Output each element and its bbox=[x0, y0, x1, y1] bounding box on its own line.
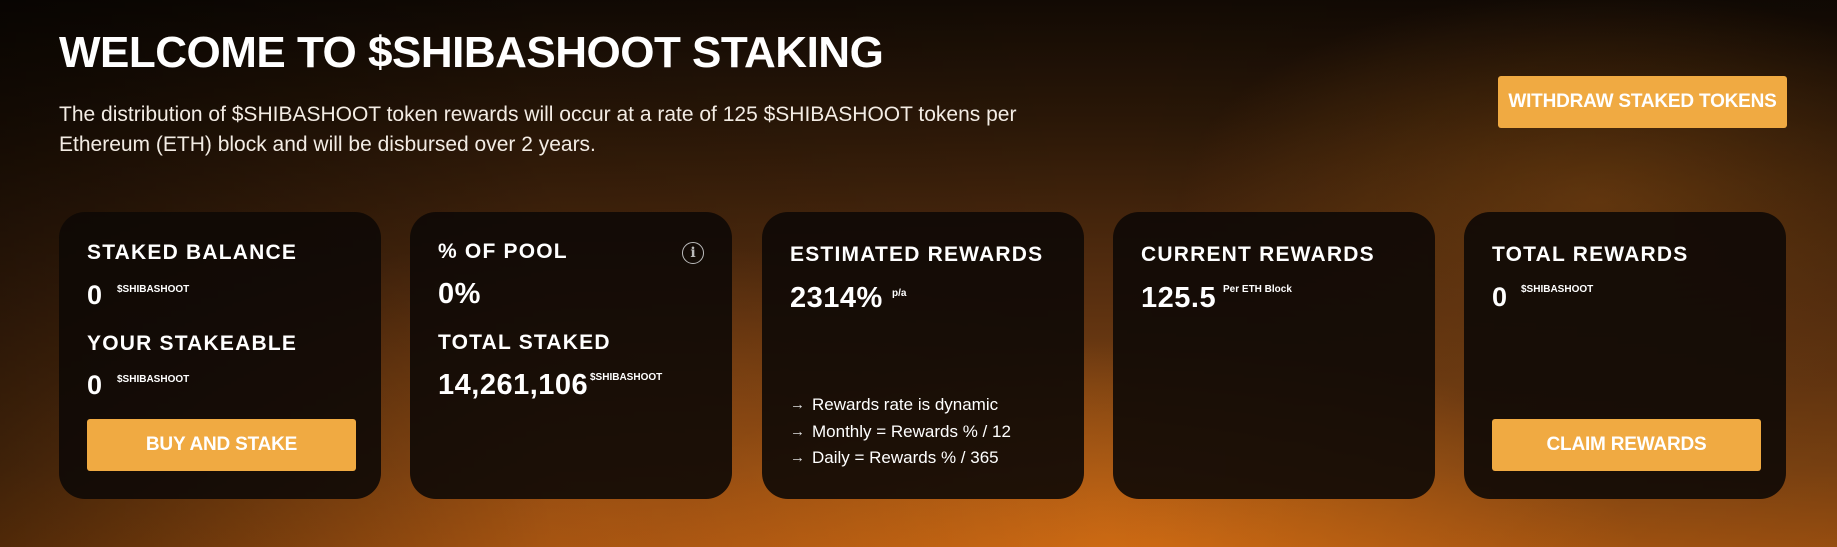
rewards-notes-list: → Rewards rate is dynamic → Monthly = Rewa… bbox=[790, 392, 1011, 472]
total-rewards-label: TOTAL REWARDS bbox=[1492, 243, 1689, 266]
estimated-rewards-unit: p/a bbox=[892, 288, 907, 299]
estimated-rewards-card: ESTIMATED REWARDS 2314% p/a → Rewards rat… bbox=[762, 212, 1084, 499]
current-rewards-value: 125.5 bbox=[1141, 282, 1217, 314]
staked-balance-value: 0 bbox=[87, 280, 103, 310]
info-icon[interactable]: i bbox=[682, 242, 704, 264]
estimated-rewards-value: 2314% bbox=[790, 282, 883, 314]
buy-and-stake-button[interactable]: BUY AND STAKE bbox=[87, 419, 356, 471]
pool-percent-label: % OF POOL bbox=[438, 240, 568, 263]
current-rewards-card: CURRENT REWARDS 125.5 Per ETH Block bbox=[1113, 212, 1435, 499]
list-item: → Monthly = Rewards % / 12 bbox=[790, 419, 1011, 446]
estimated-rewards-label: ESTIMATED REWARDS bbox=[790, 243, 1044, 266]
total-staked-unit: $SHIBASHOOT bbox=[590, 372, 663, 383]
staked-balance-card: STAKED BALANCE 0 $SHIBASHOOT YOUR STAKEA… bbox=[59, 212, 381, 499]
total-staked-value: 14,261,106 bbox=[438, 369, 589, 401]
page-title: WELCOME TO $SHIBASHOOT STAKING bbox=[59, 28, 884, 77]
arrow-right-icon: → bbox=[790, 396, 805, 413]
staked-balance-label: STAKED BALANCE bbox=[87, 241, 298, 264]
arrow-right-icon: → bbox=[790, 449, 805, 466]
current-rewards-unit: Per ETH Block bbox=[1223, 284, 1292, 295]
total-rewards-value: 0 bbox=[1492, 282, 1508, 312]
rewards-note: Rewards rate is dynamic bbox=[812, 395, 999, 414]
your-stakeable-value: 0 bbox=[87, 370, 103, 400]
claim-rewards-button[interactable]: CLAIM REWARDS bbox=[1492, 419, 1761, 471]
total-rewards-unit: $SHIBASHOOT bbox=[1521, 284, 1594, 295]
staking-description: The distribution of $SHIBASHOOT token re… bbox=[59, 103, 1017, 156]
current-rewards-label: CURRENT REWARDS bbox=[1141, 243, 1375, 266]
withdraw-staked-tokens-button[interactable]: WITHDRAW STAKED TOKENS bbox=[1498, 76, 1787, 128]
your-stakeable-label: YOUR STAKEABLE bbox=[87, 332, 298, 355]
list-item: → Rewards rate is dynamic bbox=[790, 392, 1011, 419]
list-item: → Daily = Rewards % / 365 bbox=[790, 445, 1011, 472]
rewards-note: Monthly = Rewards % / 12 bbox=[812, 421, 1011, 441]
arrow-right-icon: → bbox=[790, 422, 805, 440]
pool-share-card: % OF POOL i 0% TOTAL STAKED 14,261,106 $… bbox=[410, 212, 732, 499]
total-rewards-card: TOTAL REWARDS 0 $SHIBASHOOT CLAIM REWARD… bbox=[1464, 212, 1786, 499]
your-stakeable-unit: $SHIBASHOOT bbox=[117, 374, 190, 385]
rewards-note: Daily = Rewards % / 365 bbox=[812, 448, 999, 467]
total-staked-label: TOTAL STAKED bbox=[438, 331, 611, 354]
pool-percent-value: 0% bbox=[438, 278, 481, 310]
staked-balance-unit: $SHIBASHOOT bbox=[117, 284, 190, 295]
